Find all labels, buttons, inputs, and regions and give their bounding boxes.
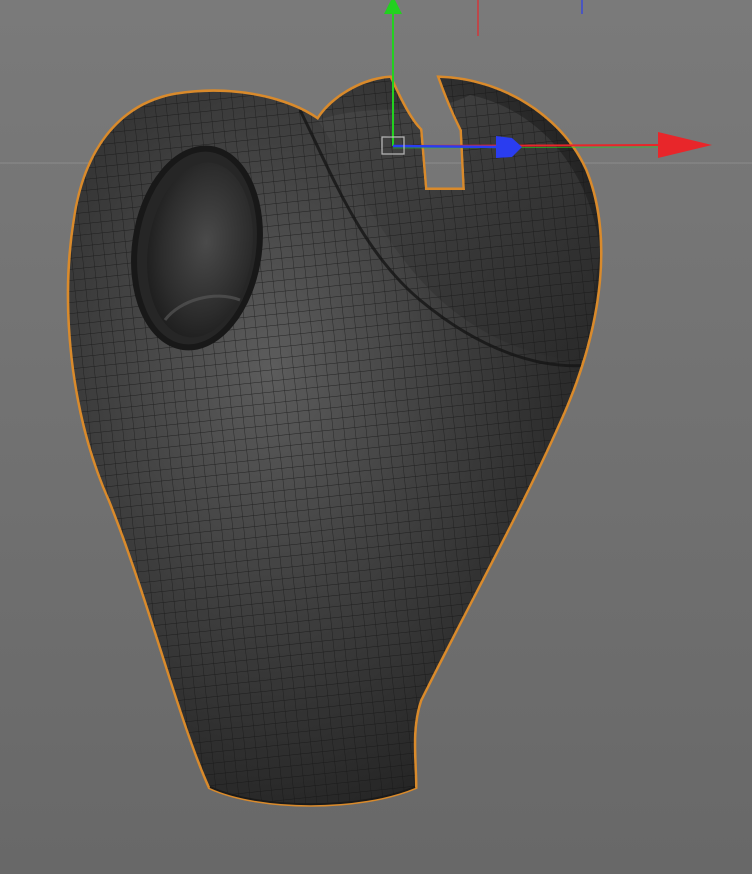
3d-viewport[interactable]: [0, 0, 752, 874]
viewport-canvas[interactable]: [0, 0, 752, 874]
mesh-object[interactable]: [40, 60, 640, 840]
arrow-right-icon[interactable]: [658, 132, 712, 158]
mesh-wireframe: [69, 78, 600, 805]
z-axis-line[interactable]: [392, 144, 506, 149]
arrow-up-icon[interactable]: [384, 0, 402, 14]
